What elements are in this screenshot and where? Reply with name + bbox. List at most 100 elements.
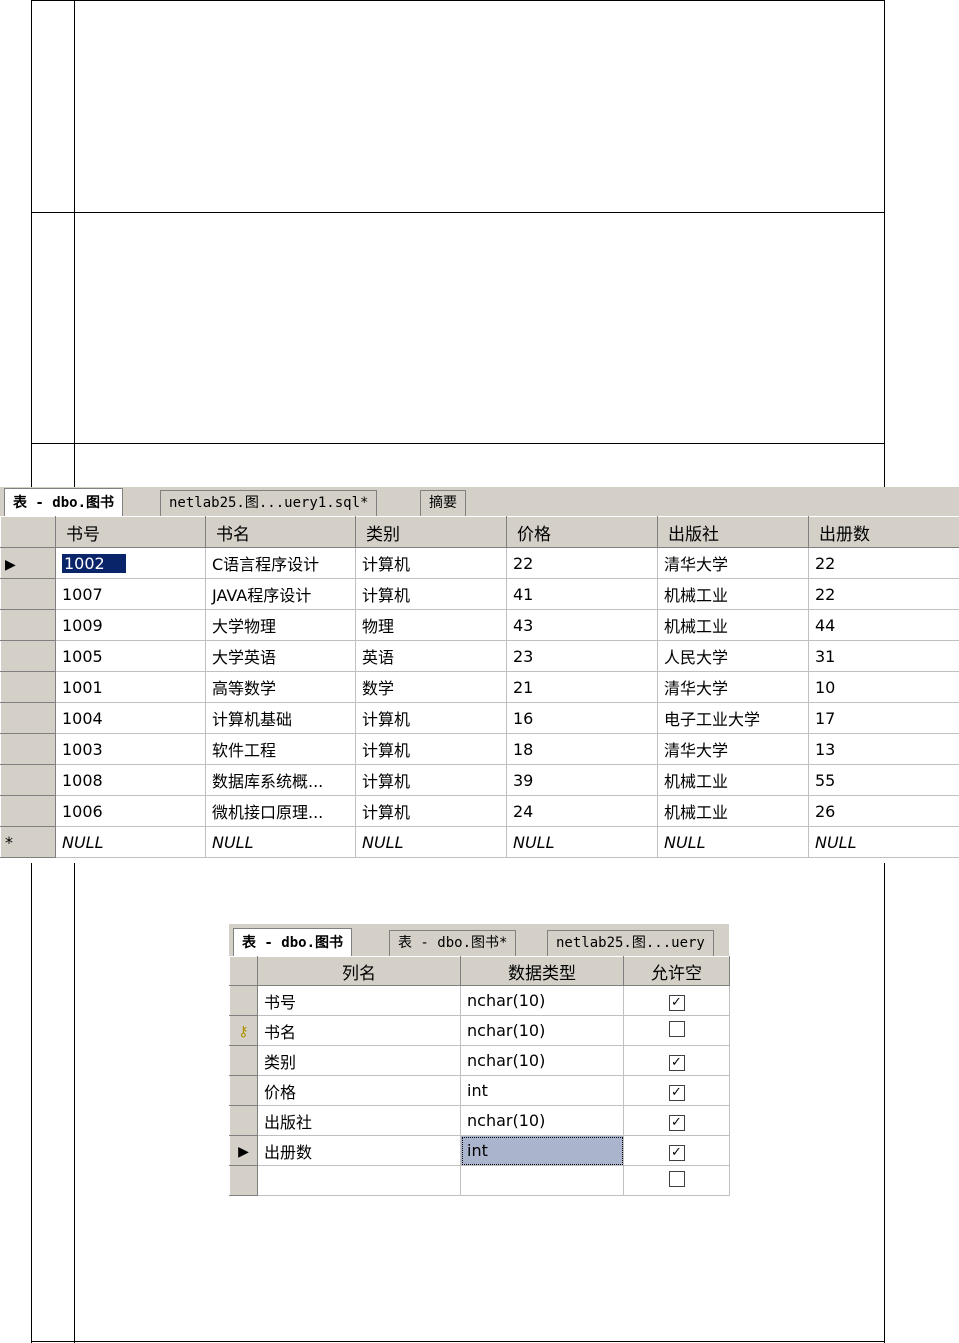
null-cell[interactable]: NULL [55, 826, 206, 858]
tab-summary[interactable]: 摘要 [420, 490, 466, 516]
null-cell[interactable]: NULL [506, 826, 658, 858]
table-cell[interactable]: 43 [506, 609, 658, 641]
row-selector[interactable]: ⚷ [229, 1015, 258, 1046]
data-type-cell[interactable]: int [460, 1135, 624, 1166]
row-selector[interactable] [0, 795, 56, 827]
table-cell[interactable]: 清华大学 [657, 547, 809, 579]
table-cell[interactable]: 清华大学 [657, 733, 809, 765]
null-cell[interactable]: NULL [355, 826, 507, 858]
row-selector[interactable] [0, 609, 56, 641]
design-row[interactable]: 书号 nchar(10) ✓ [229, 985, 730, 1016]
null-cell[interactable]: NULL [657, 826, 809, 858]
table-cell[interactable]: 44 [808, 609, 959, 641]
allow-null-checkbox[interactable]: ✓ [668, 994, 685, 1011]
table-row[interactable]: ▶ 1002 C语言程序设计 计算机 22 清华大学 22 [0, 547, 959, 579]
table-cell[interactable]: 1002 [55, 547, 206, 579]
design-row[interactable] [229, 1165, 730, 1196]
design-row[interactable]: ⚷ 书名 nchar(10) [229, 1015, 730, 1046]
row-selector[interactable] [0, 640, 56, 672]
table-cell[interactable]: 大学物理 [205, 609, 356, 641]
data-type-cell[interactable]: nchar(10) [460, 985, 624, 1016]
table-row[interactable]: 1008 数据库系统概... 计算机 39 机械工业 55 [0, 764, 959, 796]
table-cell[interactable]: 软件工程 [205, 733, 356, 765]
row-selector-header[interactable] [0, 516, 56, 548]
allow-null-checkbox[interactable]: ✓ [668, 1114, 685, 1131]
table-row[interactable]: 1005 大学英语 英语 23 人民大学 31 [0, 640, 959, 672]
table-cell[interactable]: 1009 [55, 609, 206, 641]
table-cell[interactable]: 计算机 [355, 547, 507, 579]
new-row[interactable]: * NULL NULL NULL NULL NULL NULL [0, 826, 959, 858]
table-cell[interactable]: 23 [506, 640, 658, 672]
table-row[interactable]: 1001 高等数学 数学 21 清华大学 10 [0, 671, 959, 703]
tab-query[interactable]: netlab25.图...uery [547, 930, 714, 956]
allow-null-checkbox[interactable]: ✓ [668, 1144, 685, 1161]
table-cell[interactable]: 1007 [55, 578, 206, 610]
table-cell[interactable]: 22 [808, 547, 959, 579]
column-name-cell[interactable]: 书名 [257, 1015, 461, 1046]
row-selector[interactable] [0, 733, 56, 765]
column-name-cell[interactable] [257, 1165, 461, 1196]
table-cell[interactable]: 1003 [55, 733, 206, 765]
row-selector[interactable] [229, 1075, 258, 1106]
allow-null-checkbox[interactable]: ✓ [668, 1054, 685, 1071]
table-cell[interactable]: 数据库系统概... [205, 764, 356, 796]
column-name-cell[interactable]: 类别 [257, 1045, 461, 1076]
design-row[interactable]: 出版社 nchar(10) ✓ [229, 1105, 730, 1136]
data-type-cell[interactable]: int [460, 1075, 624, 1106]
table-cell[interactable]: 计算机 [355, 764, 507, 796]
table-cell[interactable]: 55 [808, 764, 959, 796]
tab-query[interactable]: netlab25.图...uery1.sql* [160, 490, 378, 516]
column-header[interactable]: 出版社 [657, 516, 809, 548]
table-cell[interactable]: JAVA程序设计 [205, 578, 356, 610]
row-selector[interactable] [0, 702, 56, 734]
data-type-cell[interactable]: nchar(10) [460, 1015, 624, 1046]
design-row[interactable]: ▶ 出册数 int ✓ [229, 1135, 730, 1166]
table-cell[interactable]: 17 [808, 702, 959, 734]
allow-null-checkbox[interactable] [668, 1020, 685, 1037]
table-cell[interactable]: 26 [808, 795, 959, 827]
table-cell[interactable]: 微机接口原理... [205, 795, 356, 827]
table-cell[interactable]: 41 [506, 578, 658, 610]
tab-table-data[interactable]: 表 - dbo.图书 [4, 488, 124, 517]
column-header[interactable]: 列名 [257, 956, 461, 986]
row-selector[interactable] [0, 578, 56, 610]
table-cell[interactable]: 10 [808, 671, 959, 703]
table-cell[interactable]: 电子工业大学 [657, 702, 809, 734]
column-name-cell[interactable]: 出册数 [257, 1135, 461, 1166]
row-selector[interactable] [229, 1105, 258, 1136]
allow-null-checkbox[interactable] [668, 1170, 685, 1187]
table-cell[interactable]: 英语 [355, 640, 507, 672]
table-cell[interactable]: 计算机基础 [205, 702, 356, 734]
table-cell[interactable]: 机械工业 [657, 578, 809, 610]
row-selector[interactable] [229, 1165, 258, 1196]
data-type-cell[interactable]: nchar(10) [460, 1045, 624, 1076]
table-cell[interactable]: 1005 [55, 640, 206, 672]
table-cell[interactable]: 机械工业 [657, 795, 809, 827]
table-cell[interactable]: 22 [808, 578, 959, 610]
table-cell[interactable]: 高等数学 [205, 671, 356, 703]
design-row[interactable]: 价格 int ✓ [229, 1075, 730, 1106]
table-row[interactable]: 1003 软件工程 计算机 18 清华大学 13 [0, 733, 959, 765]
null-cell[interactable]: NULL [808, 826, 959, 858]
column-header[interactable]: 允许空 [623, 956, 730, 986]
row-selector[interactable] [0, 764, 56, 796]
table-cell[interactable]: 31 [808, 640, 959, 672]
table-cell[interactable]: C语言程序设计 [205, 547, 356, 579]
table-cell[interactable]: 机械工业 [657, 609, 809, 641]
table-cell[interactable]: 18 [506, 733, 658, 765]
allow-null-checkbox[interactable]: ✓ [668, 1084, 685, 1101]
column-header[interactable]: 出册数 [808, 516, 959, 548]
data-type-cell[interactable]: nchar(10) [460, 1105, 624, 1136]
table-cell[interactable]: 22 [506, 547, 658, 579]
table-cell[interactable]: 1006 [55, 795, 206, 827]
row-selector[interactable]: ▶ [229, 1135, 258, 1166]
tab-table-modified[interactable]: 表 - dbo.图书* [389, 930, 517, 956]
table-row[interactable]: 1007 JAVA程序设计 计算机 41 机械工业 22 [0, 578, 959, 610]
table-cell[interactable]: 16 [506, 702, 658, 734]
table-cell[interactable]: 计算机 [355, 795, 507, 827]
column-header[interactable]: 书号 [55, 516, 206, 548]
column-header[interactable]: 价格 [506, 516, 658, 548]
column-header[interactable]: 书名 [205, 516, 356, 548]
table-cell[interactable]: 21 [506, 671, 658, 703]
table-cell[interactable]: 13 [808, 733, 959, 765]
